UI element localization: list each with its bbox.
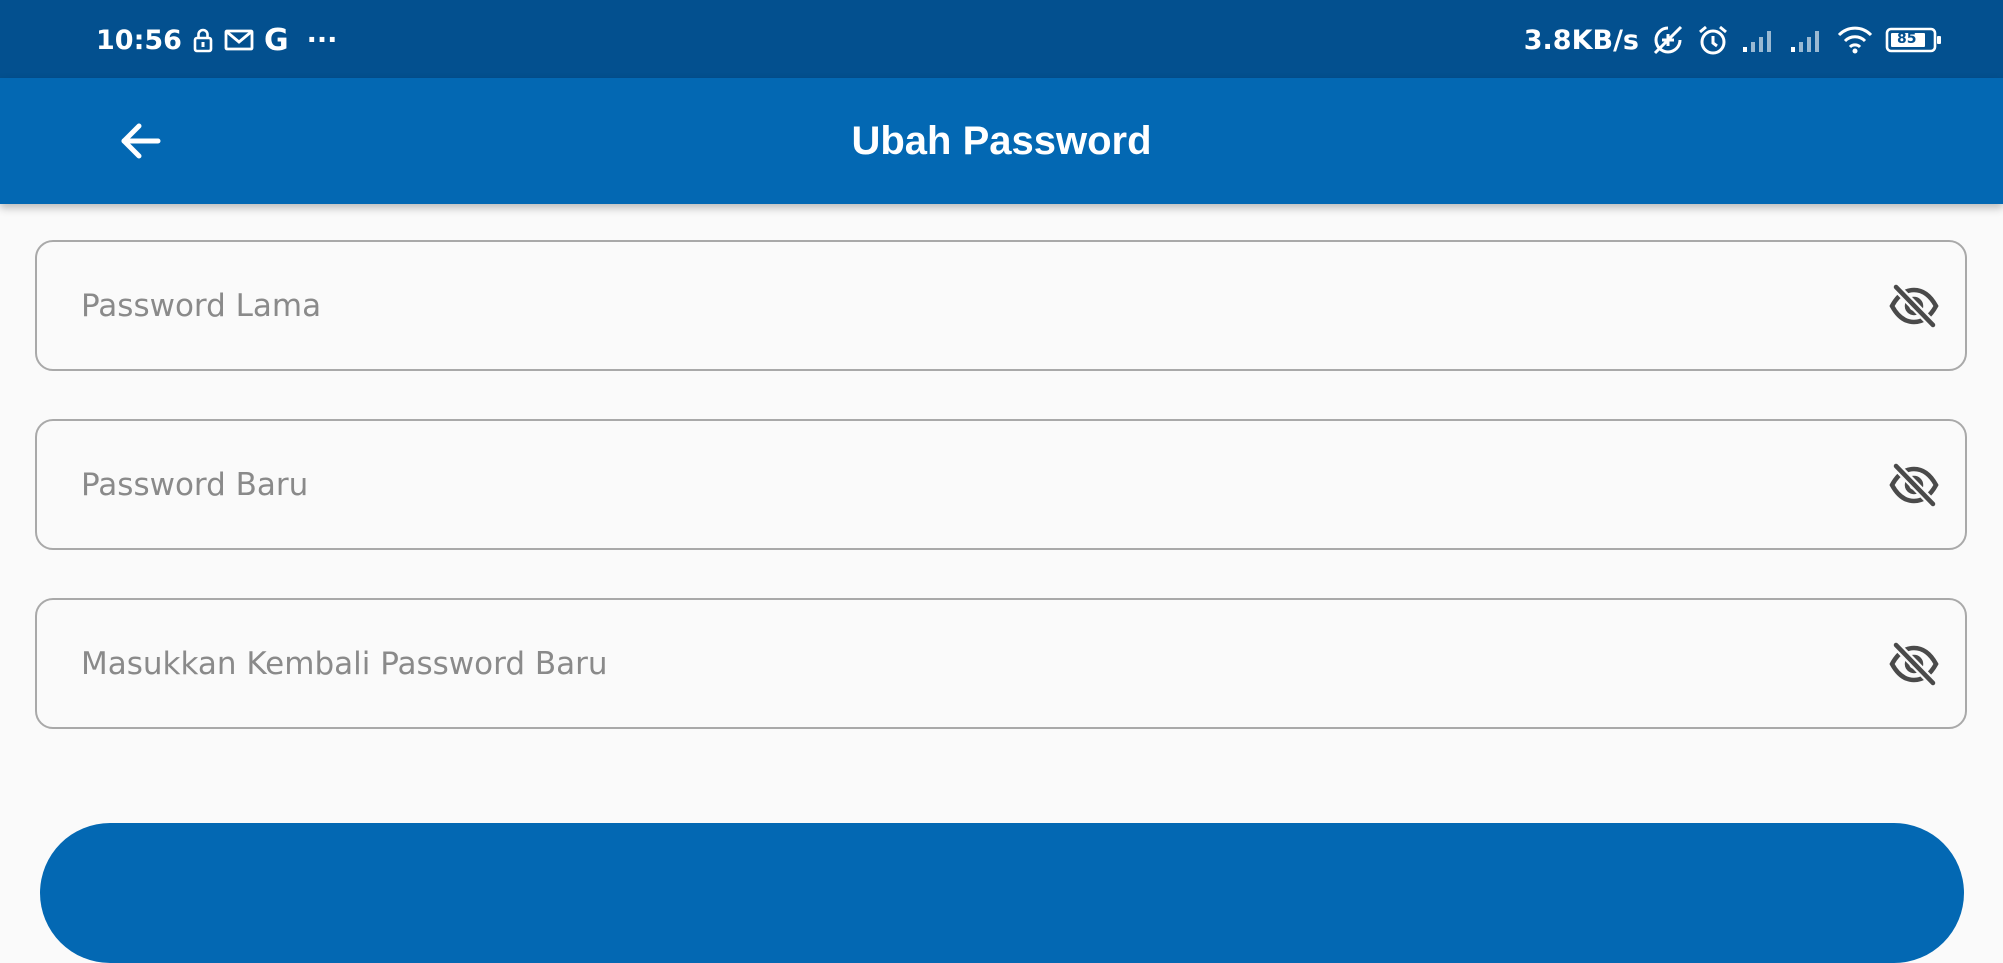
new-password-input[interactable] xyxy=(81,421,1861,548)
signal-sim1-icon xyxy=(1741,27,1777,53)
status-time: 10:56 xyxy=(96,24,182,56)
submit-button[interactable] xyxy=(40,823,1964,963)
confirm-password-field xyxy=(35,598,1967,729)
eye-off-icon xyxy=(1889,283,1939,329)
more-notifications-icon: ··· xyxy=(306,24,338,56)
confirm-password-input[interactable] xyxy=(81,600,1861,727)
wifi-icon xyxy=(1837,26,1873,54)
eye-off-icon xyxy=(1889,462,1939,508)
old-password-input[interactable] xyxy=(81,242,1861,369)
eye-off-icon xyxy=(1889,641,1939,687)
battery-icon: 85 xyxy=(1885,26,1943,54)
app-bar: Ubah Password xyxy=(0,78,2003,204)
status-left: 10:56 G ··· xyxy=(96,20,337,60)
network-speed: 3.8KB/s xyxy=(1523,24,1639,56)
data-saver-off-icon xyxy=(1651,23,1685,57)
toggle-old-password-visibility[interactable] xyxy=(1889,282,1939,330)
g-icon: G xyxy=(263,22,289,58)
battery-level: 85 xyxy=(1897,31,1917,47)
old-password-field xyxy=(35,240,1967,371)
signal-sim2-icon xyxy=(1789,27,1825,53)
toggle-confirm-password-visibility[interactable] xyxy=(1889,640,1939,688)
status-right: 3.8KB/s 85 xyxy=(1524,20,1943,60)
lock-icon xyxy=(192,27,214,53)
new-password-field xyxy=(35,419,1967,550)
mail-icon xyxy=(224,28,254,52)
status-bar: 10:56 G ··· 3.8KB/s 85 xyxy=(0,0,2003,78)
alarm-icon xyxy=(1697,24,1729,56)
toggle-new-password-visibility[interactable] xyxy=(1889,461,1939,509)
page-title: Ubah Password xyxy=(851,119,1152,163)
